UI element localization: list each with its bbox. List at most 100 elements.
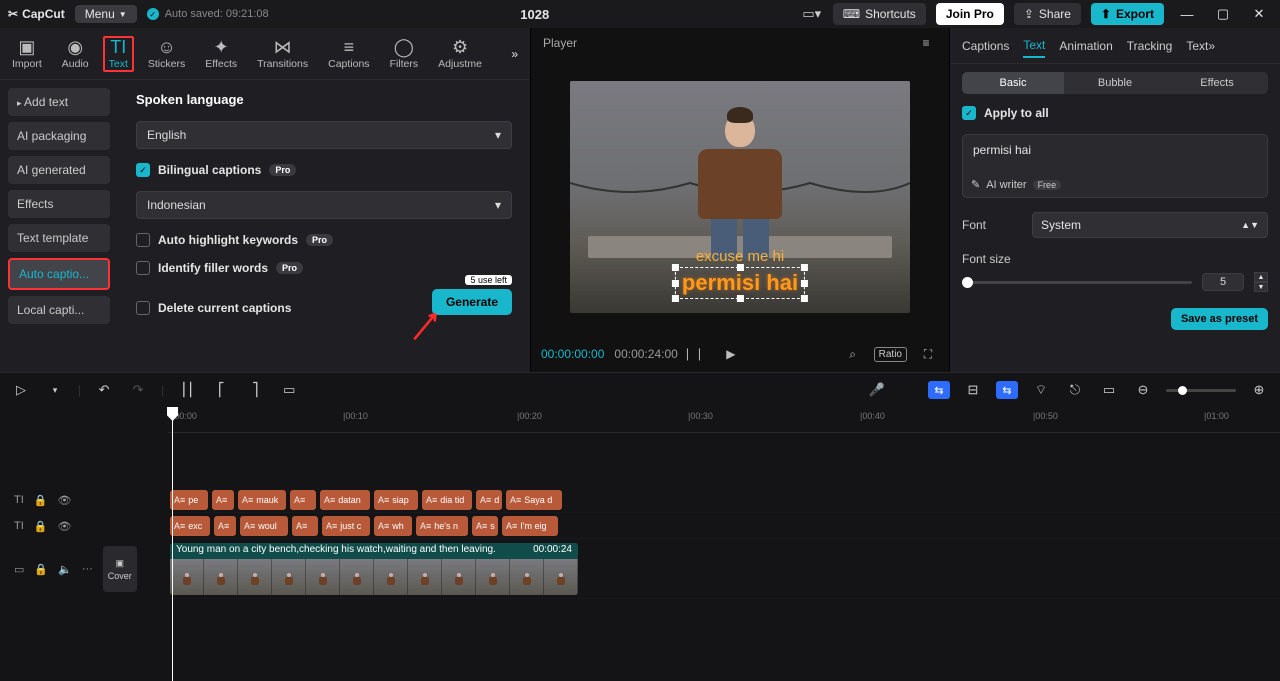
- text-track-head-1[interactable]: TI🔒👁: [0, 487, 168, 513]
- preview-icon[interactable]: ▭: [1098, 379, 1120, 401]
- align-icon[interactable]: ⊟: [962, 379, 984, 401]
- split-icon[interactable]: ⎮⎮: [176, 379, 198, 401]
- sidebar-text-template[interactable]: Text template: [8, 224, 110, 252]
- time-ruler[interactable]: |00:00|00:10|00:20|00:30|00:40|00:50|01:…: [168, 407, 1280, 433]
- tab-stickers[interactable]: ☺Stickers: [142, 36, 191, 72]
- lock-icon[interactable]: 🔒: [34, 563, 48, 576]
- caption-clip[interactable]: I'm eig: [502, 516, 558, 536]
- filler-checkbox[interactable]: [136, 261, 150, 275]
- shortcuts-button[interactable]: ⌨ Shortcuts: [833, 3, 926, 25]
- fontsize-up[interactable]: ▲: [1254, 272, 1268, 282]
- caption-clip[interactable]: woul: [240, 516, 288, 536]
- prev-frame-icon[interactable]: ⎸⎸: [688, 343, 710, 365]
- sidebar-ai-packaging[interactable]: AI packaging: [8, 122, 110, 150]
- video-track-head[interactable]: ▭🔒🔈··· ▣Cover: [0, 539, 168, 599]
- caption-clip[interactable]: siap: [374, 490, 418, 510]
- caption-text-input[interactable]: permisi hai ✎ AI writer Free: [962, 134, 1268, 198]
- tab-text[interactable]: TIText: [103, 36, 134, 72]
- subtab-basic[interactable]: Basic: [962, 72, 1064, 94]
- delete-captions-checkbox[interactable]: [136, 301, 150, 315]
- apply-all-checkbox[interactable]: ✓: [962, 106, 976, 120]
- fullscreen-icon[interactable]: ⛶: [917, 343, 939, 365]
- fontsize-slider[interactable]: [962, 281, 1192, 284]
- bilingual-language-select[interactable]: Indonesian▾: [136, 191, 512, 219]
- caption-clip[interactable]: s: [472, 516, 498, 536]
- text-track-head-2[interactable]: TI🔒👁: [0, 513, 168, 539]
- caption-track-2[interactable]: exc woul just cwhhe's nsI'm eig: [168, 513, 1280, 539]
- caption-clip[interactable]: wh: [374, 516, 412, 536]
- maximize-button[interactable]: ▢: [1210, 4, 1236, 24]
- caption-clip[interactable]: d: [476, 490, 502, 510]
- caption-clip[interactable]: Saya d: [506, 490, 562, 510]
- fontsize-down[interactable]: ▼: [1254, 282, 1268, 292]
- sidebar-local-captions[interactable]: Local capti...: [8, 296, 110, 324]
- zoom-in-icon[interactable]: ⊕: [1248, 379, 1270, 401]
- bilingual-checkbox[interactable]: ✓: [136, 163, 150, 177]
- font-select[interactable]: System▲▼: [1032, 212, 1268, 238]
- highlight-checkbox[interactable]: [136, 233, 150, 247]
- toggle-2[interactable]: ⇆: [996, 381, 1018, 399]
- save-preset-button[interactable]: Save as preset: [1171, 308, 1268, 330]
- ratio-button[interactable]: Ratio: [874, 347, 907, 362]
- subtab-bubble[interactable]: Bubble: [1064, 72, 1166, 94]
- tab-effects[interactable]: ✦Effects: [199, 36, 243, 72]
- rtab-animation[interactable]: Animation: [1059, 35, 1112, 57]
- caption-clip[interactable]: datan: [320, 490, 370, 510]
- video-preview[interactable]: excuse me hi permisi hai: [570, 81, 910, 313]
- redo-icon[interactable]: ↷: [127, 379, 149, 401]
- caption-clip[interactable]: mauk: [238, 490, 286, 510]
- slider-thumb[interactable]: [962, 277, 973, 288]
- rtab-tracking[interactable]: Tracking: [1127, 35, 1173, 57]
- caption-clip[interactable]: dia tid: [422, 490, 472, 510]
- layout-icon[interactable]: ▭▾: [801, 3, 823, 25]
- pointer-tool-icon[interactable]: ▷: [10, 379, 32, 401]
- caption-clip[interactable]: exc: [170, 516, 210, 536]
- export-button[interactable]: ⬆ Export: [1091, 3, 1164, 25]
- link-icon[interactable]: ⎋: [1064, 379, 1086, 401]
- tab-filters[interactable]: ◯Filters: [384, 36, 425, 72]
- caption-clip[interactable]: he's n: [416, 516, 468, 536]
- tab-transitions[interactable]: ⋈Transitions: [251, 36, 314, 72]
- caption-clip[interactable]: just c: [322, 516, 370, 536]
- lock-icon[interactable]: 🔒: [34, 520, 48, 533]
- caption-clip[interactable]: pe: [170, 490, 208, 510]
- caption-clip[interactable]: [292, 516, 318, 536]
- ai-writer-button[interactable]: ✎ AI writer Free: [971, 178, 1061, 191]
- trim-left-icon[interactable]: ⎡: [210, 379, 232, 401]
- rtab-textto[interactable]: Text»: [1186, 35, 1215, 57]
- caption-overlay-2-selected[interactable]: permisi hai: [675, 267, 805, 299]
- caption-clip[interactable]: [212, 490, 234, 510]
- trim-right-icon[interactable]: ⎤: [244, 379, 266, 401]
- sidebar-auto-captions[interactable]: Auto captio...: [8, 258, 110, 290]
- caption-track-1[interactable]: pe mauk datansiapdia tiddSaya d: [168, 487, 1280, 513]
- fontsize-input[interactable]: 5: [1202, 273, 1244, 291]
- play-icon[interactable]: ▶: [720, 343, 742, 365]
- tab-adjust[interactable]: ⚙Adjustme: [432, 36, 488, 72]
- magnet-icon[interactable]: ⌔: [1030, 379, 1052, 401]
- tab-audio[interactable]: ◉Audio: [56, 36, 95, 72]
- rtab-text[interactable]: Text: [1023, 34, 1045, 58]
- sidebar-add-text[interactable]: Add text: [8, 88, 110, 116]
- join-pro-button[interactable]: Join Pro: [936, 3, 1004, 25]
- rtab-captions[interactable]: Captions: [962, 35, 1009, 57]
- tab-captions[interactable]: ≡Captions: [322, 36, 375, 72]
- scan-icon[interactable]: ⌕: [842, 343, 864, 365]
- tab-import[interactable]: ▣Import: [6, 36, 48, 72]
- sidebar-ai-generated[interactable]: AI generated: [8, 156, 110, 184]
- delete-icon[interactable]: ▭: [278, 379, 300, 401]
- eye-icon[interactable]: 👁: [57, 494, 71, 507]
- close-button[interactable]: ✕: [1246, 4, 1272, 24]
- share-button[interactable]: ⇪ Share: [1014, 3, 1081, 25]
- minimize-button[interactable]: —: [1174, 4, 1200, 24]
- zoom-slider-thumb[interactable]: [1178, 386, 1187, 395]
- caption-clip[interactable]: [214, 516, 236, 536]
- generate-button[interactable]: Generate: [432, 289, 512, 315]
- menu-button[interactable]: Menu ▼: [75, 5, 137, 23]
- eye-icon[interactable]: 👁: [57, 520, 71, 533]
- player-menu-icon[interactable]: ≡: [915, 32, 937, 54]
- tool-dropdown-icon[interactable]: ▾: [44, 379, 66, 401]
- spoken-language-select[interactable]: English▾: [136, 121, 512, 149]
- video-track[interactable]: Young man on a city bench,checking his w…: [168, 539, 1280, 599]
- zoom-out-icon[interactable]: ⊖: [1132, 379, 1154, 401]
- tabs-more-icon[interactable]: »: [505, 47, 524, 61]
